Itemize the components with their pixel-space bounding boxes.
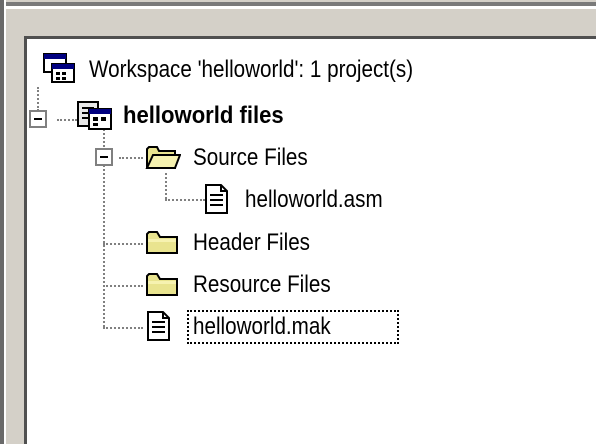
header-files-label: Header Files — [193, 229, 311, 256]
file-icon — [147, 311, 170, 341]
tree-line — [57, 119, 77, 121]
folder-icon — [146, 231, 178, 254]
source-files-label: Source Files — [193, 144, 308, 171]
project-icon — [77, 101, 112, 130]
collapse-project-button[interactable] — [29, 110, 47, 128]
tree-line — [37, 87, 39, 111]
workspace-tree-panel[interactable]: Workspace 'helloworld': 1 project(s) hel… — [24, 36, 596, 444]
tree-line — [103, 285, 143, 287]
window-left-highlight — [4, 0, 6, 444]
asm-file-label: helloworld.asm — [245, 186, 383, 213]
workspace-label: Workspace 'helloworld': 1 project(s) — [89, 56, 414, 83]
tree-line — [165, 173, 167, 199]
mak-file-label: helloworld.mak — [193, 313, 331, 340]
project-label: helloworld files — [123, 102, 284, 129]
folder-icon — [146, 273, 178, 296]
tree-line — [165, 199, 205, 201]
tree-line — [103, 327, 143, 329]
open-folder-icon — [145, 146, 181, 169]
resource-files-label: Resource Files — [193, 271, 331, 298]
file-icon — [205, 184, 228, 214]
tree-line — [103, 243, 143, 245]
collapse-source-files-button[interactable] — [95, 148, 113, 166]
tree-line — [119, 157, 143, 159]
window-top-highlight — [6, 6, 596, 9]
workspace-icon — [43, 53, 75, 83]
